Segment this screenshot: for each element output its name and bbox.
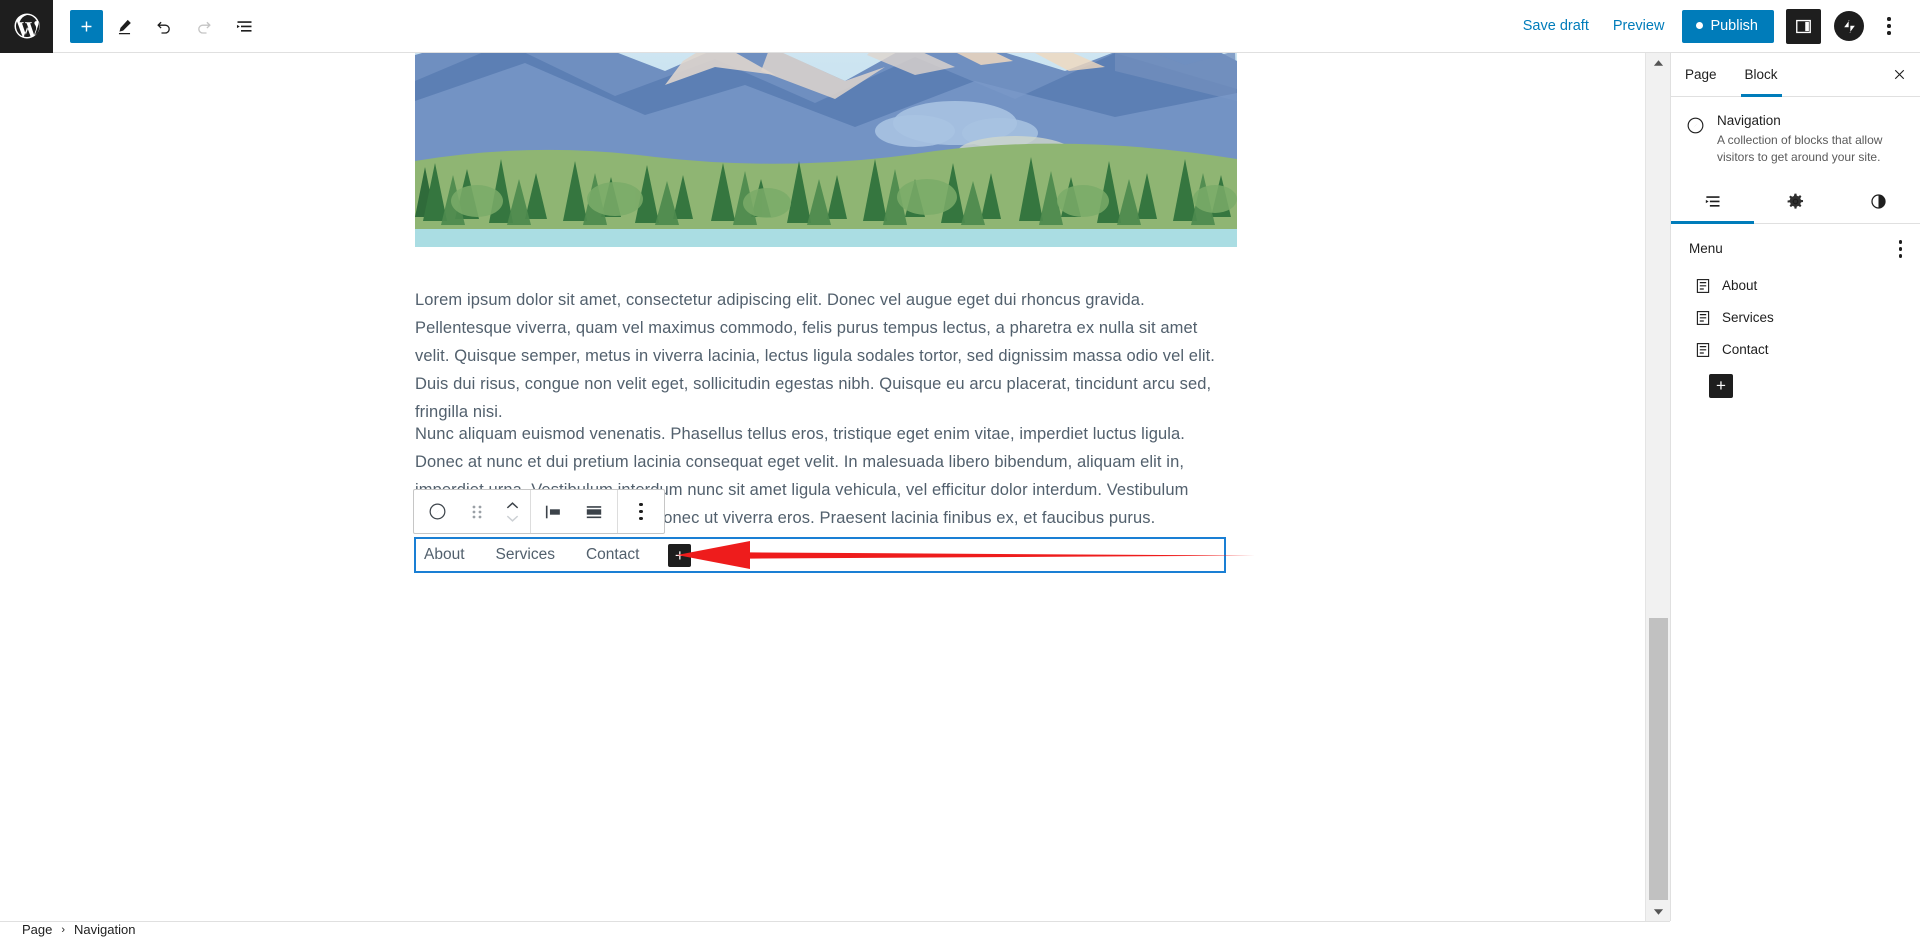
tab-page[interactable]: Page [1671,53,1731,96]
pencil-icon [118,19,131,34]
menu-panel-header: Menu [1671,224,1920,270]
navigation-block[interactable]: About Services Contact + [414,537,1226,573]
justify-items-left-icon [545,505,560,518]
block-toolbar-group-left [414,490,530,533]
menu-items-list: About Services Contact + [1671,270,1920,398]
scroll-up-arrow-icon [1653,59,1664,66]
navigation-compass-icon [429,503,445,520]
document-overview-button[interactable] [225,7,263,45]
document-overview-icon [236,20,251,32]
wordpress-logo-icon [14,13,40,39]
canvas-scrollbar[interactable] [1645,53,1670,921]
avatar[interactable] [1834,11,1864,41]
list-item-contact[interactable]: Contact [1695,334,1920,366]
wordpress-logo[interactable] [0,0,53,53]
list-item-label: About [1722,278,1758,293]
drag-handle-button[interactable] [457,490,497,533]
block-info-text: Navigation A collection of blocks that a… [1717,113,1904,165]
editor-top-bar: Save draft Preview Publish [0,0,1920,53]
list-item-services[interactable]: Services [1695,302,1920,334]
top-bar-right-actions: Save draft Preview Publish [1511,7,1920,45]
more-options-button[interactable] [1872,7,1906,45]
scrollbar-down-arrow[interactable] [1646,902,1671,921]
tab-block[interactable]: Block [1731,53,1792,97]
tab-list-view[interactable] [1671,179,1754,224]
list-item-label: Contact [1722,342,1769,357]
preview-button[interactable]: Preview [1601,10,1677,42]
drag-handle-icon [472,505,482,518]
list-item-label: Services [1722,310,1774,325]
breadcrumb-item-navigation[interactable]: Navigation [74,922,135,937]
three-dots-vertical-icon [1887,17,1891,35]
mountain-forest-lake-illustration [415,53,1237,247]
styles-contrast-icon [1871,193,1886,209]
block-toolbar [413,489,665,534]
scroll-down-arrow-icon [1653,908,1664,915]
block-info-title: Navigation [1717,113,1781,128]
block-movers [497,490,527,533]
chevron-down-icon[interactable] [505,513,520,523]
block-options-button[interactable] [621,490,661,533]
settings-sidebar: Page Block Navigation A collection of bl… [1670,53,1920,921]
scrollbar-thumb[interactable] [1649,618,1668,900]
sidebar-tabs: Page Block [1671,53,1920,97]
block-type-button[interactable] [417,490,457,533]
add-menu-item-button[interactable]: + [1709,373,1733,398]
plus-icon [81,21,92,31]
list-view-icon [1705,195,1720,207]
publish-label: Publish [1710,17,1758,34]
list-item-about[interactable]: About [1695,270,1920,302]
breadcrumb-separator: › [61,923,66,936]
three-dots-vertical-icon [639,502,643,521]
navigation-block-add-button[interactable]: + [668,543,692,567]
redo-button[interactable] [185,7,223,45]
tab-styles[interactable] [1837,179,1920,223]
page-icon [1696,342,1710,357]
undo-arrow-icon [157,21,170,34]
top-bar-left-tools [53,7,263,45]
hero-image[interactable] [415,53,1237,247]
block-toolbar-group-options [617,490,664,533]
menu-options-button[interactable] [1893,236,1909,262]
sidebar-panel-icon [1796,19,1811,33]
layout-button[interactable] [574,490,614,533]
three-dots-vertical-icon [1898,240,1902,258]
block-info-description: A collection of blocks that allow visito… [1717,133,1883,164]
close-sidebar-button[interactable] [1878,53,1920,96]
tab-settings[interactable] [1754,179,1837,223]
settings-sidebar-toggle[interactable] [1786,8,1821,44]
stack-layout-icon [586,505,602,518]
nav-link-about[interactable]: About [424,546,465,564]
editor-canvas[interactable]: Lorem ipsum dolor sit amet, consectetur … [0,53,1670,921]
sidebar-icon-tabs [1671,179,1920,224]
block-info-panel: Navigation A collection of blocks that a… [1671,97,1920,179]
breadcrumb-item-page[interactable]: Page [22,922,52,937]
navigation-compass-icon [1685,113,1706,165]
paragraph-block-1[interactable]: Lorem ipsum dolor sit amet, consectetur … [415,286,1227,427]
nav-link-contact[interactable]: Contact [586,546,639,564]
menu-label: Menu [1689,241,1723,257]
page-icon [1696,278,1710,293]
justify-items-button[interactable] [534,490,574,533]
undo-button[interactable] [145,7,183,45]
tools-pencil-button[interactable] [105,7,143,45]
jetpack-avatar-icon [1843,19,1855,33]
breadcrumb: Page › Navigation [0,921,1670,937]
page-icon [1696,310,1710,325]
add-block-button[interactable] [70,9,103,43]
redo-arrow-icon [198,21,211,34]
publish-button[interactable]: Publish [1682,9,1774,43]
nav-link-services[interactable]: Services [496,546,555,564]
close-x-icon [1894,69,1904,80]
block-toolbar-group-align [530,490,617,533]
chevron-up-icon[interactable] [505,501,520,511]
scrollbar-up-arrow[interactable] [1646,53,1671,72]
save-draft-button[interactable]: Save draft [1511,10,1601,42]
gear-icon [1787,193,1804,209]
publish-status-dot [1696,22,1704,29]
